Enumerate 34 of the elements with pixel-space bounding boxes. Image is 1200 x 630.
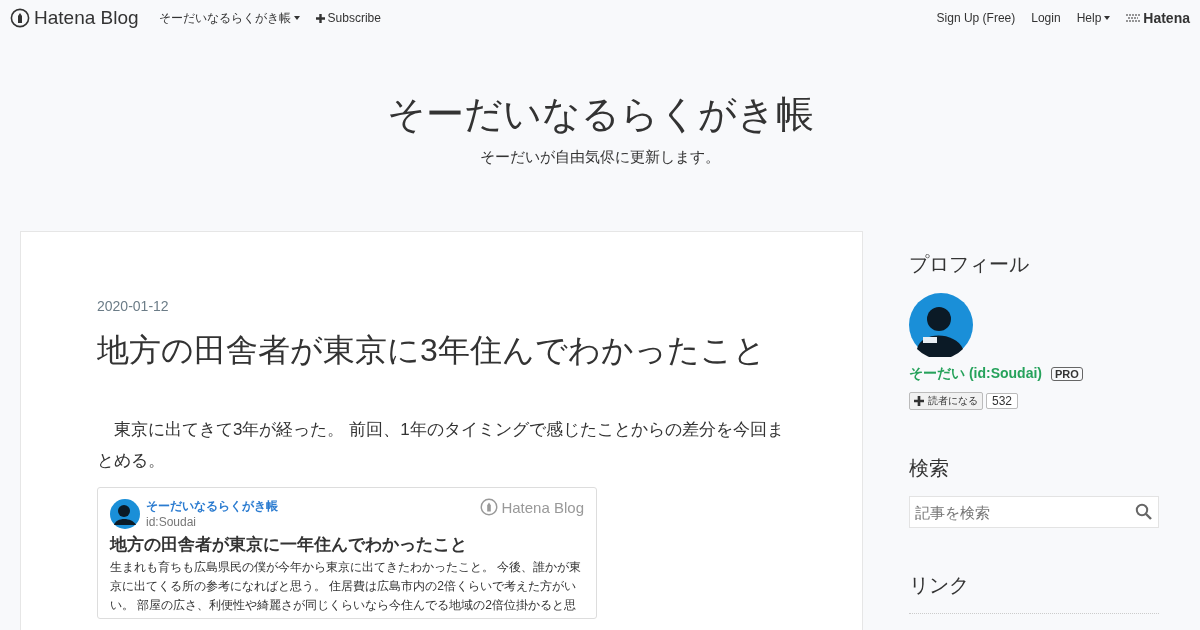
embed-title[interactable]: 地方の田舎者が東京に一年住んでわかったこと bbox=[110, 533, 584, 556]
subscribe-button[interactable]: 読者になる bbox=[909, 392, 983, 410]
embed-user-id: id:Soudai bbox=[146, 515, 198, 529]
help-menu[interactable]: Help bbox=[1076, 11, 1111, 25]
blog-menu[interactable]: そーだいなるらくがき帳 bbox=[158, 9, 300, 27]
search-field[interactable]: 記事を検索 bbox=[909, 496, 1159, 528]
account-link[interactable]: Sign Up (Free) bbox=[936, 11, 1016, 25]
pen-icon bbox=[480, 498, 499, 516]
pro-badge: PRO bbox=[1051, 367, 1083, 381]
entry-paragraph: 東京に出てきて3年が経った。 前回、1年のタイミングで感じたことからの差分を今回まとめる。 bbox=[97, 419, 785, 472]
embed-blog-name[interactable]: そーだいなるらくがき帳 bbox=[146, 498, 475, 515]
plus-icon bbox=[315, 13, 325, 23]
avatar-icon[interactable] bbox=[909, 293, 973, 357]
pen-icon bbox=[10, 8, 30, 28]
sidebar-heading: プロフィール bbox=[909, 252, 1030, 277]
entry-title[interactable]: 地方の田舎者が東京に3年住んでわかったこと bbox=[97, 328, 786, 372]
plus-icon bbox=[914, 396, 924, 406]
embed-excerpt: 生まれも育ちも広島県民の僕が今年から東京に出てきたわかったこと。 今後、誰かが東 京に出てくる所の参考になればと思う。 住居費は広島市内の2倍くらいで考えた方がい い。 部屋の広さ、利便性や綺麗さが同じくらいなら今住んでる地域の2倍位掛かると思 bbox=[110, 559, 583, 614]
hatena-logo[interactable]: Hatena bbox=[1126, 10, 1190, 26]
caret-icon bbox=[1104, 16, 1111, 20]
search-icon[interactable] bbox=[1135, 503, 1152, 520]
sidebar-heading: リンク bbox=[909, 573, 970, 598]
sidebar-heading: 検索 bbox=[909, 456, 950, 481]
blog-description: そーだいが自由気侭に更新します。 bbox=[479, 148, 721, 167]
blog-embed-card[interactable]: そーだいなるらくがき帳 id:Soudai Hatena Blog 地方の田舎者が東京に一年住んでわかったこと 生まれも育ちも広島県民の僕が今年から東京に出てきたわかったこと。 今後、誰かが東 京に出てくる所の参考になればと思う。 住居費は広島市内の2倍くらいで考えた方がい い。 部屋の広さ、利便性や綺麗さが同じくらいなら今住んでる地域の2倍位掛かると思 bbox=[97, 487, 597, 619]
embed-service-logo: Hatena Blog bbox=[480, 498, 584, 516]
avatar-icon bbox=[110, 498, 140, 529]
caret-icon bbox=[293, 16, 300, 20]
subscribe-link[interactable]: Subscribe bbox=[315, 11, 381, 25]
subscriber-count: 532 bbox=[986, 393, 1019, 409]
blog-title[interactable]: そーだいなるらくがき帳 bbox=[0, 90, 1200, 138]
account-link[interactable]: Login bbox=[1031, 11, 1061, 25]
entry-date[interactable]: 2020-01-12 bbox=[97, 298, 786, 314]
hatena-blog-logo[interactable]: Hatena Blog bbox=[10, 7, 139, 29]
